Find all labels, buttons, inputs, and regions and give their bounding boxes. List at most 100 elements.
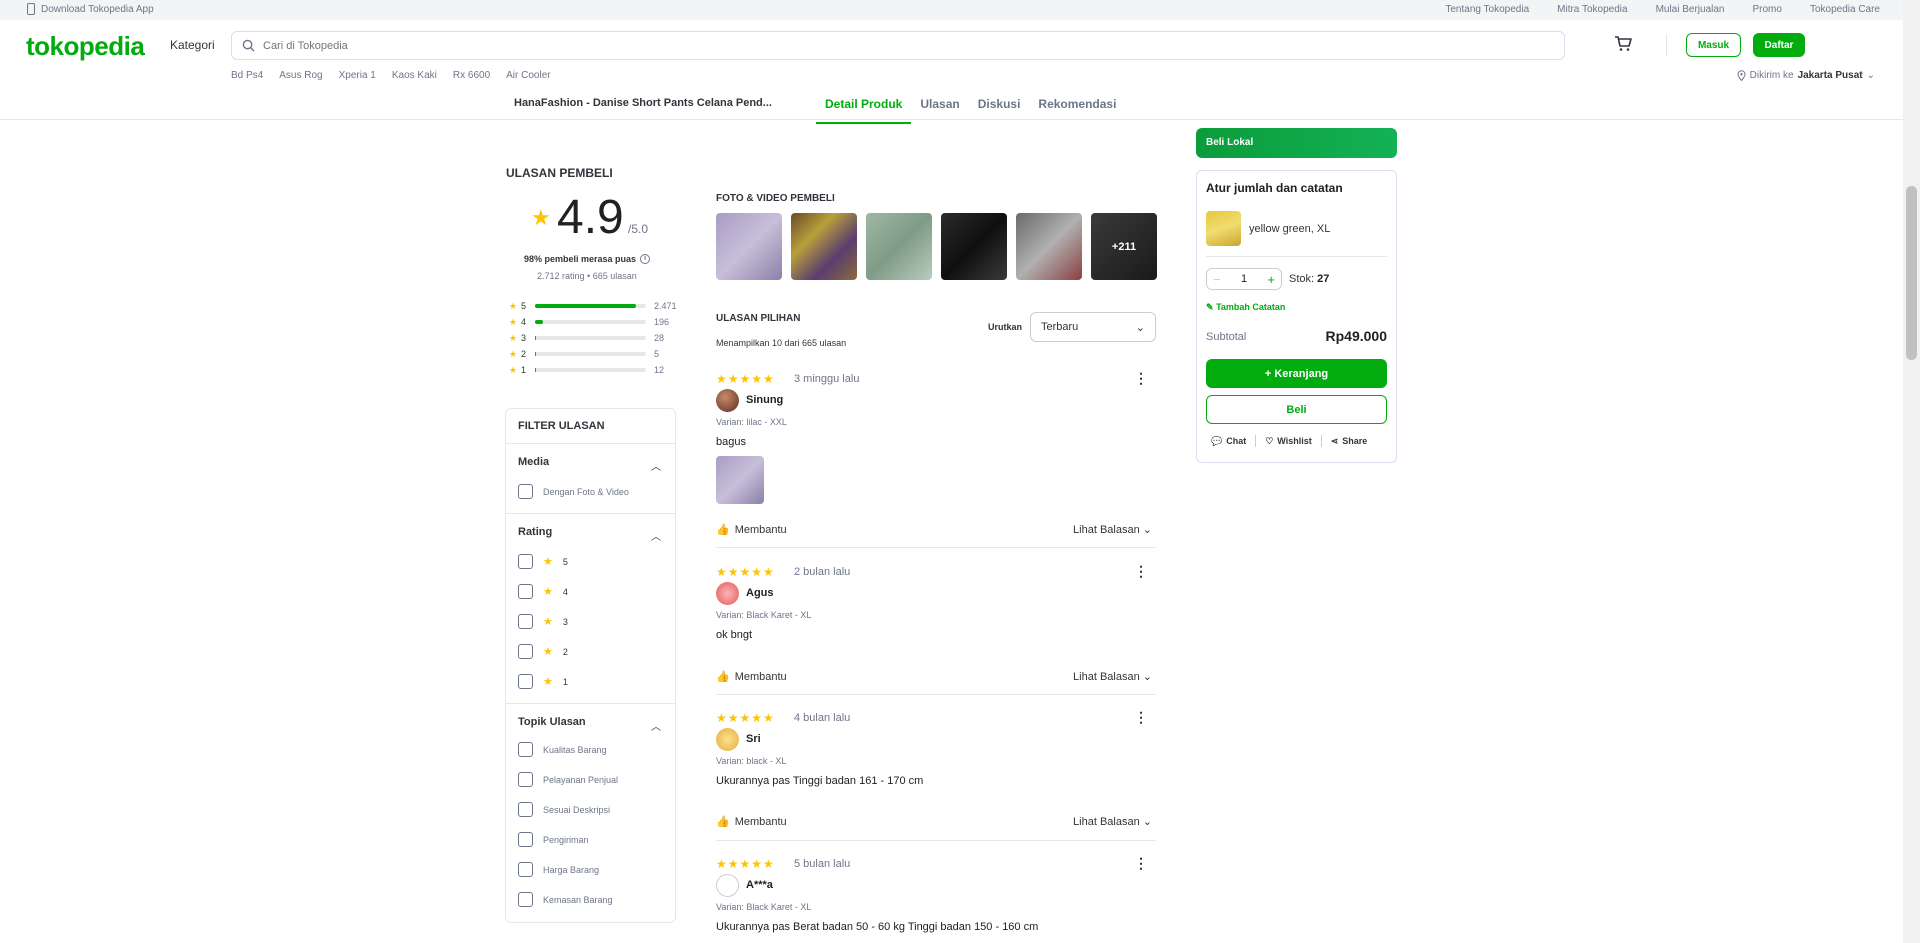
tab-rekomendasi[interactable]: Rekomendasi bbox=[1029, 90, 1125, 124]
chevron-up-icon[interactable]: ︿ bbox=[651, 718, 661, 733]
tab-detail-produk[interactable]: Detail Produk bbox=[816, 90, 912, 124]
sort-dropdown[interactable]: Terbaru ⌄ bbox=[1030, 312, 1156, 342]
buy-button[interactable]: Beli bbox=[1206, 395, 1387, 424]
star-icon: ★ bbox=[543, 586, 553, 598]
more-options-icon[interactable]: ⋮ bbox=[1134, 709, 1148, 726]
buyer-photo[interactable] bbox=[941, 213, 1007, 280]
tokopedia-logo[interactable]: tokopedia bbox=[26, 31, 145, 62]
filter-media-checkbox[interactable]: Dengan Foto & Video bbox=[518, 484, 629, 499]
quantity-stepper[interactable]: − 1 + bbox=[1206, 268, 1282, 290]
info-icon[interactable]: i bbox=[640, 254, 651, 264]
checkbox[interactable] bbox=[518, 772, 533, 787]
rating-star-number: 5 bbox=[521, 301, 527, 311]
filter-rating-5[interactable]: ★ 5 bbox=[518, 554, 568, 569]
download-app-link[interactable]: Download Tokopedia App bbox=[27, 3, 154, 15]
buyer-photo[interactable] bbox=[716, 213, 782, 280]
thumbs-up-icon: 👍 bbox=[716, 671, 730, 683]
lihat-balasan-button[interactable]: Lihat Balasan ⌄ bbox=[1073, 523, 1152, 536]
share-button[interactable]: ⋖ Share bbox=[1331, 436, 1368, 447]
chevron-up-icon[interactable]: ︿ bbox=[651, 458, 661, 473]
chat-button[interactable]: 💬 Chat bbox=[1211, 436, 1246, 447]
ulasan-heading: ULASAN PEMBELI bbox=[506, 166, 613, 180]
buyer-photo[interactable] bbox=[866, 213, 932, 280]
keyword-link[interactable]: Rx 6600 bbox=[453, 70, 490, 81]
tab-diskusi[interactable]: Diskusi bbox=[969, 90, 1030, 124]
checkbox[interactable] bbox=[518, 862, 533, 877]
filter-topik-option[interactable]: Harga Barang bbox=[518, 862, 599, 877]
checkbox[interactable] bbox=[518, 742, 533, 757]
cart-icon[interactable] bbox=[1614, 36, 1632, 57]
wishlist-button[interactable]: ♡ Wishlist bbox=[1265, 436, 1312, 447]
avatar bbox=[716, 582, 739, 605]
lihat-balasan-button[interactable]: Lihat Balasan ⌄ bbox=[1073, 670, 1152, 683]
keyword-link[interactable]: Air Cooler bbox=[506, 70, 550, 81]
scrollbar-thumb[interactable] bbox=[1906, 186, 1917, 360]
review-variant: Varian: black - XL bbox=[716, 756, 787, 766]
helpful-button[interactable]: 👍 Membantu bbox=[716, 523, 787, 537]
helpful-button[interactable]: 👍 Membantu bbox=[716, 670, 787, 684]
checkbox[interactable] bbox=[518, 674, 533, 689]
checkbox[interactable] bbox=[518, 554, 533, 569]
chat-icon: 💬 bbox=[1211, 435, 1223, 446]
buyer-photo[interactable] bbox=[791, 213, 857, 280]
keyword-link[interactable]: Asus Rog bbox=[279, 70, 322, 81]
filter-rating-1[interactable]: ★ 1 bbox=[518, 674, 568, 689]
reviewer-name: Sinung bbox=[746, 394, 784, 406]
tambah-catatan-link[interactable]: ✎ Tambah Catatan bbox=[1206, 302, 1285, 313]
keyword-link[interactable]: Bd Ps4 bbox=[231, 70, 263, 81]
filter-topik-option[interactable]: Pelayanan Penjual bbox=[518, 772, 618, 787]
checkbox[interactable] bbox=[518, 644, 533, 659]
chevron-down-icon: ⌄ bbox=[1142, 671, 1152, 683]
search-bar[interactable] bbox=[231, 31, 1565, 60]
review-stars: ★★★★★ bbox=[716, 372, 775, 386]
quantity-value[interactable]: 1 bbox=[1241, 273, 1247, 285]
helpful-button[interactable]: 👍 Membantu bbox=[716, 815, 787, 829]
rating-bar bbox=[535, 352, 646, 356]
tab-ulasan[interactable]: Ulasan bbox=[911, 90, 968, 124]
add-to-cart-button[interactable]: + Keranjang bbox=[1206, 359, 1387, 388]
plus-icon[interactable]: + bbox=[1267, 272, 1275, 287]
scrollbar-track[interactable] bbox=[1903, 0, 1920, 943]
more-options-icon[interactable]: ⋮ bbox=[1134, 563, 1148, 580]
link-mitra[interactable]: Mitra Tokopedia bbox=[1557, 4, 1627, 15]
checkbox[interactable] bbox=[518, 832, 533, 847]
checkbox[interactable] bbox=[518, 584, 533, 599]
checkbox[interactable] bbox=[518, 802, 533, 817]
daftar-button[interactable]: Daftar bbox=[1753, 33, 1805, 57]
chat-label: Chat bbox=[1226, 436, 1247, 446]
checkbox[interactable] bbox=[518, 614, 533, 629]
search-input[interactable] bbox=[263, 39, 1564, 52]
reviewer-name: Sri bbox=[746, 733, 761, 745]
keyword-link[interactable]: Kaos Kaki bbox=[392, 70, 437, 81]
filter-rating-3[interactable]: ★ 3 bbox=[518, 614, 568, 629]
link-tentang[interactable]: Tentang Tokopedia bbox=[1445, 4, 1529, 15]
filter-topik-option[interactable]: Kualitas Barang bbox=[518, 742, 607, 757]
star-icon: ★ bbox=[543, 646, 553, 658]
chevron-up-icon[interactable]: ︿ bbox=[651, 528, 661, 543]
chevron-down-icon: ⌄ bbox=[1142, 524, 1152, 536]
delivery-location[interactable]: Dikirim ke Jakarta Pusat ⌄ bbox=[1737, 70, 1875, 81]
review-photo[interactable] bbox=[716, 456, 764, 504]
link-care[interactable]: Tokopedia Care bbox=[1810, 4, 1880, 15]
minus-icon[interactable]: − bbox=[1213, 272, 1221, 287]
filter-topik-option[interactable]: Pengiriman bbox=[518, 832, 589, 847]
more-options-icon[interactable]: ⋮ bbox=[1134, 370, 1148, 387]
masuk-button[interactable]: Masuk bbox=[1686, 33, 1741, 57]
divider bbox=[1255, 435, 1257, 447]
filter-topik-option[interactable]: Sesuai Deskripsi bbox=[518, 802, 610, 817]
lihat-balasan-button[interactable]: Lihat Balasan ⌄ bbox=[1073, 815, 1152, 828]
buyer-photo[interactable] bbox=[1016, 213, 1082, 280]
buyer-photos: +211 bbox=[716, 213, 1157, 280]
link-mulai-berjualan[interactable]: Mulai Berjualan bbox=[1656, 4, 1725, 15]
filter-rating-4[interactable]: ★ 4 bbox=[518, 584, 568, 599]
kategori-menu[interactable]: Kategori bbox=[170, 38, 215, 52]
checkbox[interactable] bbox=[518, 892, 533, 907]
stock-value: 27 bbox=[1317, 273, 1330, 285]
filter-rating-2[interactable]: ★ 2 bbox=[518, 644, 568, 659]
link-promo[interactable]: Promo bbox=[1753, 4, 1782, 15]
filter-topik-option[interactable]: Kemasan Barang bbox=[518, 892, 613, 907]
keyword-link[interactable]: Xperia 1 bbox=[339, 70, 376, 81]
more-options-icon[interactable]: ⋮ bbox=[1134, 855, 1148, 872]
checkbox[interactable] bbox=[518, 484, 533, 499]
more-photos-button[interactable]: +211 bbox=[1091, 213, 1157, 280]
